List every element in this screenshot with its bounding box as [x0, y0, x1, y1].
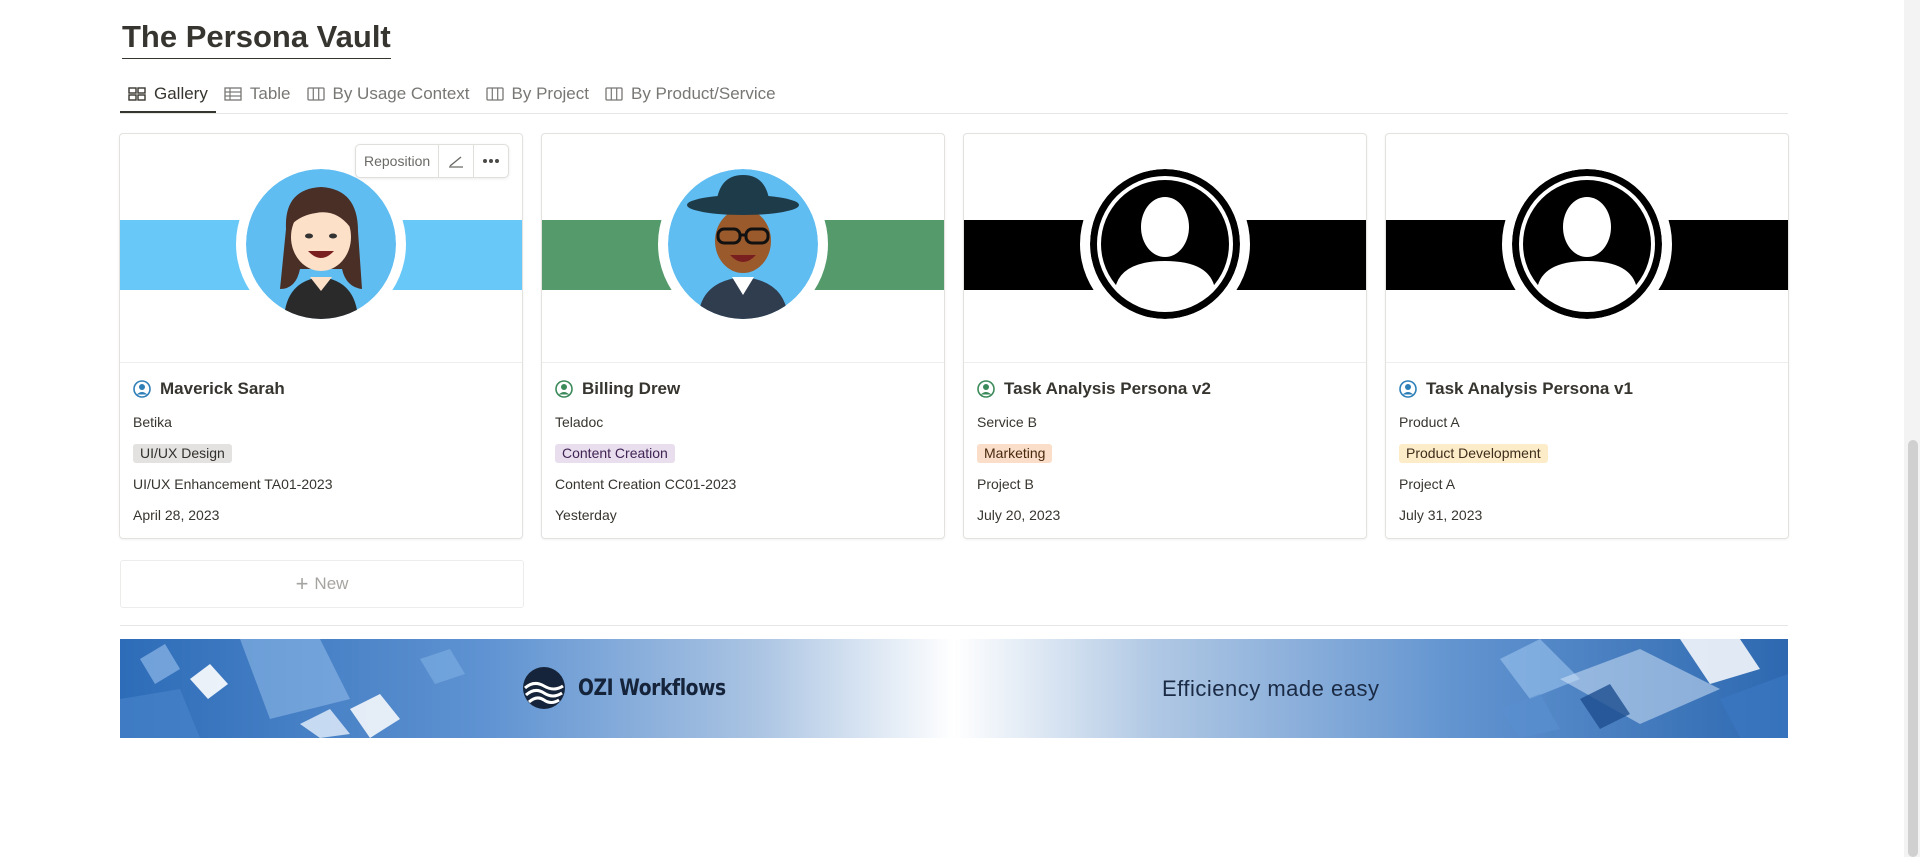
- plus-icon: +: [295, 571, 309, 596]
- project-value: Project A: [1399, 476, 1456, 492]
- card-cover: [964, 134, 1366, 363]
- new-item-label: New: [314, 574, 349, 593]
- gallery-icon: [128, 86, 146, 101]
- scrollbar-thumb[interactable]: [1908, 440, 1918, 857]
- date-value: July 31, 2023: [1399, 507, 1483, 523]
- tab-table[interactable]: Table: [216, 76, 299, 112]
- gallery-cards: Reposition Maverick Sarah Betika UI/UX D…: [119, 133, 1789, 539]
- banner-background: [120, 639, 1788, 738]
- company-value: Product A: [1399, 414, 1460, 430]
- card-cover: [1386, 134, 1788, 363]
- persona-card[interactable]: Task Analysis Persona v2 Service B Marke…: [963, 133, 1367, 539]
- edit-button[interactable]: [439, 145, 475, 177]
- view-tabs: Gallery Table By Usage Context By Projec…: [120, 76, 1788, 114]
- persona-icon: [977, 380, 995, 398]
- persona-card[interactable]: Billing Drew Teladoc Content Creation Co…: [541, 133, 945, 539]
- scrollbar[interactable]: [1904, 0, 1920, 857]
- new-item-button[interactable]: + New: [120, 560, 524, 608]
- project-value: UI/UX Enhancement TA01-2023: [133, 476, 333, 492]
- avatar-man-hat-illustration: [668, 169, 818, 319]
- card-title[interactable]: Task Analysis Persona v1: [1426, 379, 1633, 399]
- board-icon: [605, 87, 623, 101]
- card-title[interactable]: Billing Drew: [582, 379, 680, 399]
- usage-context-tag: UI/UX Design: [133, 444, 232, 463]
- page-title: The Persona Vault: [122, 18, 391, 59]
- tab-by-product-service[interactable]: By Product/Service: [597, 76, 784, 112]
- company-value: Betika: [133, 414, 172, 430]
- usage-context-tag: Product Development: [1399, 444, 1548, 463]
- tab-by-project[interactable]: By Project: [478, 76, 597, 112]
- tab-label: Table: [249, 84, 291, 103]
- avatar-woman-illustration: [246, 169, 396, 319]
- card-title[interactable]: Maverick Sarah: [160, 379, 285, 399]
- card-cover: Reposition: [120, 134, 522, 363]
- brand-name: OZI Workflows: [578, 675, 726, 701]
- tab-label: By Usage Context: [332, 84, 470, 103]
- tab-label: By Project: [511, 84, 589, 103]
- usage-context-tag: Content Creation: [555, 444, 675, 463]
- date-value: April 28, 2023: [133, 507, 220, 523]
- company-value: Teladoc: [555, 414, 604, 430]
- tab-label: Gallery: [154, 83, 208, 103]
- card-title[interactable]: Task Analysis Persona v2: [1004, 379, 1211, 399]
- persona-icon: [133, 380, 151, 398]
- brand-banner: OZI Workflows Efficiency made easy: [120, 639, 1788, 738]
- card-cover: [542, 134, 944, 363]
- more-icon: [483, 159, 500, 163]
- brand-tagline: Efficiency made easy: [1162, 676, 1380, 701]
- table-icon: [224, 87, 242, 101]
- date-value: Yesterday: [555, 507, 617, 523]
- persona-icon: [555, 380, 573, 398]
- project-value: Content Creation CC01-2023: [555, 476, 737, 492]
- persona-card[interactable]: Task Analysis Persona v1 Product A Produ…: [1385, 133, 1789, 539]
- date-value: July 20, 2023: [977, 507, 1061, 523]
- persona-card[interactable]: Reposition Maverick Sarah Betika UI/UX D…: [119, 133, 523, 539]
- tab-label: By Product/Service: [631, 84, 776, 103]
- persona-icon: [1399, 380, 1417, 398]
- tab-by-usage-context[interactable]: By Usage Context: [299, 76, 478, 112]
- avatar-placeholder-silhouette: [1090, 169, 1240, 319]
- project-value: Project B: [977, 476, 1034, 492]
- pencil-icon: [449, 156, 464, 168]
- usage-context-tag: Marketing: [977, 444, 1053, 463]
- brand: OZI Workflows: [522, 666, 752, 710]
- card-hover-toolbar: Reposition: [355, 144, 510, 178]
- board-icon: [306, 87, 325, 101]
- tab-gallery[interactable]: Gallery: [120, 76, 216, 113]
- company-value: Service B: [977, 414, 1037, 430]
- divider: [120, 625, 1788, 626]
- ozi-logo-icon: [523, 667, 565, 709]
- avatar-placeholder-silhouette: [1512, 169, 1662, 319]
- reposition-button[interactable]: Reposition: [356, 145, 440, 177]
- more-button[interactable]: [474, 145, 508, 177]
- board-icon: [485, 87, 504, 101]
